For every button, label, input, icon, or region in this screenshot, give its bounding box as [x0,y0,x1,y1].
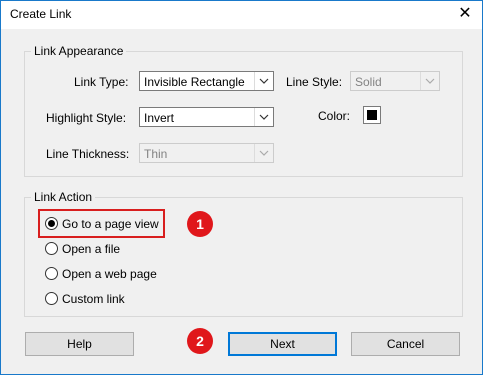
line-thickness-value: Thin [144,147,168,161]
color-swatch-fill [367,110,377,120]
link-type-select[interactable]: Invisible Rectangle [139,71,274,91]
step-badge-1: 1 [187,211,213,237]
link-appearance-legend: Link Appearance [31,44,127,58]
highlight-style-label: Highlight Style: [46,111,127,125]
line-style-label: Line Style: [286,75,343,89]
close-icon[interactable]: ✕ [454,4,476,24]
chevron-down-icon [254,72,273,90]
color-label: Color: [318,109,351,123]
highlight-style-select[interactable]: Invert [139,107,274,127]
link-type-label: Link Type: [74,75,129,89]
cancel-button[interactable]: Cancel [351,332,460,356]
dialog-title: Create Link [10,7,72,21]
line-thickness-select[interactable]: Thin [139,143,274,163]
color-swatch-button[interactable] [363,106,381,124]
radio-label-go-to-page-view[interactable]: Go to a page view [62,217,159,231]
next-button[interactable]: Next [228,332,337,356]
radio-open-web-page[interactable] [45,267,58,280]
help-button[interactable]: Help [25,332,134,356]
link-type-value: Invisible Rectangle [144,75,245,89]
line-style-value: Solid [355,75,382,89]
radio-selected-dot [48,220,55,227]
line-style-select[interactable]: Solid [350,71,440,91]
chevron-down-icon [420,72,439,90]
chevron-down-icon [254,144,273,162]
link-action-legend: Link Action [31,190,96,204]
title-bar: Create Link ✕ [1,1,482,29]
radio-label-custom-link[interactable]: Custom link [62,292,125,306]
radio-custom-link[interactable] [45,292,58,305]
create-link-dialog: Create Link ✕ Link Appearance Link Type:… [0,0,483,375]
step-badge-2: 2 [187,328,213,354]
radio-open-file[interactable] [45,242,58,255]
radio-label-open-web-page[interactable]: Open a web page [62,267,157,281]
radio-label-open-file[interactable]: Open a file [62,242,120,256]
radio-go-to-page-view[interactable] [45,217,58,230]
chevron-down-icon [254,108,273,126]
highlight-style-value: Invert [144,111,175,125]
line-thickness-label: Line Thickness: [46,147,130,161]
